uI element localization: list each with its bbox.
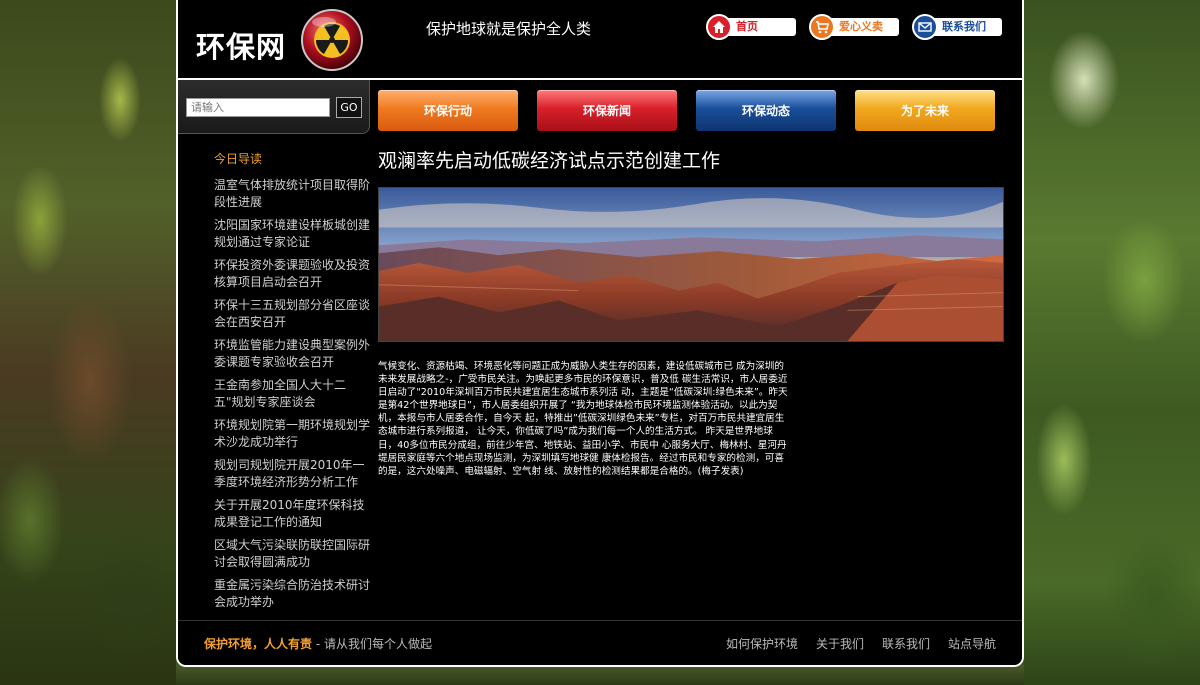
footer-link-contact[interactable]: 联系我们 [882,635,930,652]
header: 环保网 保护地球就是保护全人类 首页 爱心义卖 联系我们 [178,0,1022,78]
contact-us-button[interactable]: 联系我们 [912,14,1002,40]
footer-links: 如何保护环境 关于我们 联系我们 站点导航 [726,635,996,652]
logo-text[interactable]: 环保网 [196,24,286,66]
sidebar-news-link[interactable]: 规划司规划院开展2010年一季度环境经济形势分析工作 [214,457,370,491]
footer: 保护环境，人人有责 - 请从我们每个人做起 如何保护环境 关于我们 联系我们 站… [178,620,1022,665]
home-icon [706,14,732,40]
sidebar-news-link[interactable]: 环境监管能力建设典型案例外委课题专家验收会召开 [214,337,370,371]
search-go-button[interactable]: GO [336,97,362,118]
footer-highlight: 保护环境，人人有责 [204,637,313,651]
sidebar-news-link[interactable]: 温室气体排放统计项目取得阶段性进展 [214,177,370,211]
article-body: 气候变化、资源枯竭、环境恶化等问题正成为威胁人类生存的因素，建设低碳城市已 成为… [378,361,788,477]
cart-icon [809,14,835,40]
background-foliage-right [1024,0,1200,685]
canyon-hero-image [378,187,1004,342]
sidebar: 今日导读 温室气体排放统计项目取得阶段性进展 沈阳国家环境建设样板城创建规划通过… [214,150,370,617]
footer-link-sitemap[interactable]: 站点导航 [948,635,996,652]
radiation-logo-icon[interactable] [300,8,364,72]
sidebar-news-link[interactable]: 区域大气污染联防联控国际研讨会取得圆满成功 [214,537,370,571]
footer-slogan: 保护环境，人人有责 - 请从我们每个人做起 [204,635,432,652]
footer-link-about[interactable]: 关于我们 [816,635,864,652]
background-foliage-left [0,0,176,685]
sidebar-news-link[interactable]: 王金南参加全国人大十二五"规划专家座谈会 [214,377,370,411]
mail-icon [912,14,938,40]
sidebar-news-link[interactable]: 环保十三五规划部分省区座谈会在西安召开 [214,297,370,331]
slogan: 保护地球就是保护全人类 [426,20,592,38]
footer-link-how-to-protect[interactable]: 如何保护环境 [726,635,798,652]
nav-action[interactable]: 环保行动 [378,90,518,131]
sidebar-news-link[interactable]: 环境规划院第一期环境规划学术沙龙成功举行 [214,417,370,451]
nav-dynamics[interactable]: 环保动态 [696,90,836,131]
sidebar-title: 今日导读 [214,152,263,166]
footer-sub: - 请从我们每个人做起 [312,637,432,651]
search-input[interactable] [186,98,330,117]
nav-news[interactable]: 环保新闻 [537,90,677,131]
sidebar-news-link[interactable]: 重金属污染综合防治技术研讨会成功举办 [214,577,370,611]
article-title: 观澜率先启动低碳经济试点示范创建工作 [378,150,721,172]
home-button[interactable]: 首页 [706,14,796,40]
sidebar-news-link[interactable]: 环保投资外委课题验收及投资核算项目启动会召开 [214,257,370,291]
article: 观澜率先启动低碳经济试点示范创建工作 气候变化、资源枯竭、环境恶化等问题正成为威… [378,146,1004,478]
nav-future[interactable]: 为了未来 [855,90,995,131]
background-foliage-bottom [176,665,1024,685]
sidebar-news-link[interactable]: 关于开展2010年度环保科技成果登记工作的通知 [214,497,370,531]
charity-sale-button[interactable]: 爱心义卖 [809,14,899,40]
search-box: GO [178,80,370,134]
sidebar-news-link[interactable]: 沈阳国家环境建设样板城创建规划通过专家论证 [214,217,370,251]
page-container: 环保网 保护地球就是保护全人类 首页 爱心义卖 联系我们 请输入 GO 环保行动… [176,0,1024,667]
